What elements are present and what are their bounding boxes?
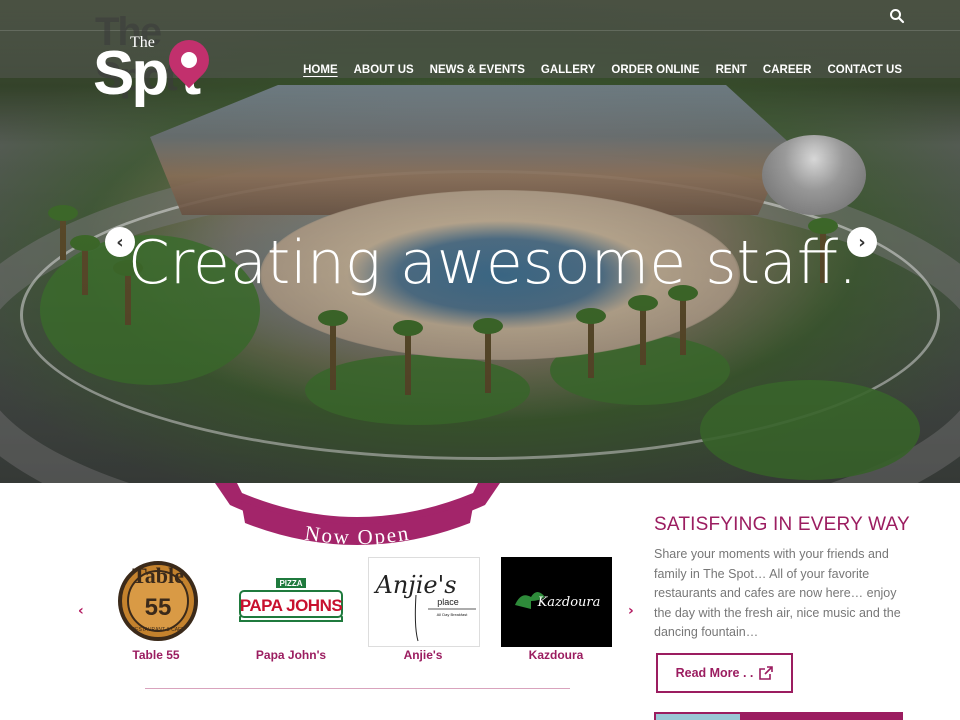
main-nav: HOME ABOUT US NEWS & EVENTS GALLERY ORDE… [303,64,902,76]
brand-label-papajohns[interactable]: Papa John's [231,648,351,662]
section-description: Share your moments with your friends and… [654,547,901,640]
brand-logo-kazdoura[interactable]: Kazdoura [501,557,612,647]
slider-prev-button[interactable]: ‹ [105,227,135,257]
nav-item-career[interactable]: CAREER [763,64,812,76]
brand-label-kazdoura[interactable]: Kazdoura [496,648,616,662]
search-icon[interactable] [889,8,905,24]
nav-item-home[interactable]: HOME [303,64,338,76]
read-more-label: Read More . . [675,666,754,680]
svg-text:PAPA JOHNS: PAPA JOHNS [240,596,343,615]
nav-item-about-us[interactable]: ABOUT US [354,64,414,76]
logo-the-text: The [130,34,155,51]
section-divider [145,688,570,689]
svg-text:RESTAURANT & CAFE: RESTAURANT & CAFE [132,627,186,633]
svg-text:All Day Breakfast: All Day Breakfast [437,612,469,617]
svg-text:Anjie's: Anjie's [373,571,456,599]
brand-logo-anjies[interactable]: Anjie's place All Day Breakfast [368,557,480,647]
external-link-icon [759,666,774,680]
site-logo[interactable]: The Spot Sp t The [93,10,238,110]
svg-text:PIZZA: PIZZA [279,579,302,588]
nav-item-contact-us[interactable]: CONTACT US [827,64,902,76]
banner-thumbnail [656,714,740,720]
slider-next-button[interactable]: › [847,227,877,257]
section-title: SATISFYING IN EVERY WAY [654,514,910,535]
nav-item-rent[interactable]: RENT [716,64,747,76]
brand-logo-papajohns[interactable]: PIZZA PAPA JOHNS [236,557,346,647]
brand-logo-table55[interactable]: Table 55 RESTAURANT & CAFE [112,557,222,647]
nav-item-gallery[interactable]: GALLERY [541,64,596,76]
brand-label-anjies[interactable]: Anjie's [363,648,483,662]
carousel-prev-button[interactable]: ‹ [78,603,84,619]
hero-headline: Creating awesome staff. [127,228,858,298]
brand-label-table55[interactable]: Table 55 [96,648,216,662]
next-section-banner [654,712,903,720]
read-more-button[interactable]: Read More . . [656,653,793,693]
svg-text:place: place [437,597,459,607]
svg-text:55: 55 [145,594,172,621]
svg-text:Table: Table [132,563,184,588]
nav-item-order-online[interactable]: ORDER ONLINE [611,64,699,76]
now-open-ribbon: Now Open [215,483,500,545]
carousel-next-button[interactable]: › [628,603,634,619]
svg-text:Kazdoura: Kazdoura [537,595,601,610]
nav-item-news-events[interactable]: NEWS & EVENTS [430,64,525,76]
